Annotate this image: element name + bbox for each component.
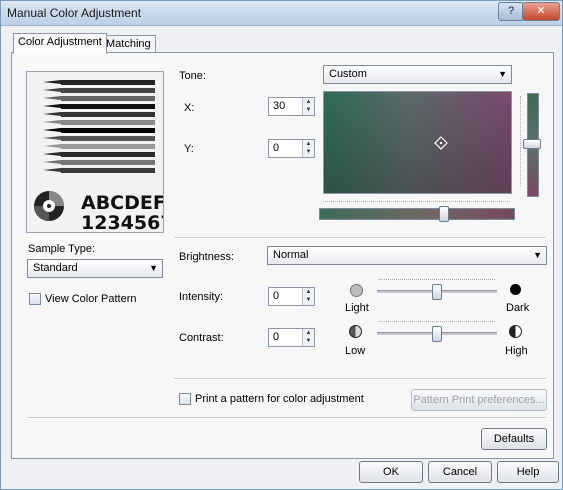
divider (27, 417, 546, 419)
intensity-stepper[interactable]: 0 ▲ ▼ (268, 287, 315, 306)
sample-text-line1: ABCDEF (81, 192, 164, 214)
tone-label: Tone: (179, 70, 206, 82)
help-button[interactable]: Help (497, 461, 559, 483)
light-dot-icon (350, 284, 363, 297)
y-label: Y: (184, 143, 194, 155)
tick-marks (519, 96, 521, 186)
pencil-icon (43, 144, 155, 149)
view-color-pattern-label: View Color Pattern (45, 293, 137, 305)
pencil-icon (43, 96, 155, 101)
cancel-button[interactable]: Cancel (428, 461, 492, 483)
contrast-low-label: Low (345, 345, 366, 357)
spin-arrows-icon[interactable]: ▲ ▼ (302, 288, 314, 305)
brightness-dropdown[interactable]: Normal ▼ (267, 246, 547, 265)
chevron-down-icon: ▼ (498, 69, 507, 79)
color-wheel-icon (34, 191, 64, 221)
sample-text-line2: 1234567 (81, 212, 163, 233)
pencil-icon (43, 120, 155, 125)
contrast-high-label: High (505, 345, 528, 357)
window-title: Manual Color Adjustment (7, 6, 142, 20)
contrast-label: Contrast: (179, 332, 224, 344)
tone-value: Custom (329, 68, 367, 80)
color-tone-grid[interactable] (323, 91, 512, 194)
tick-marks (323, 201, 510, 202)
sample-type-value: Standard (33, 262, 78, 274)
brightness-value: Normal (273, 249, 309, 261)
title-help-icon[interactable]: ? (498, 2, 524, 21)
pencil-icon (43, 112, 155, 117)
dark-dot-icon (510, 284, 521, 295)
chevron-down-icon: ▼ (533, 250, 542, 260)
pattern-print-preferences-button[interactable]: Pattern Print preferences... (411, 389, 547, 411)
close-icon[interactable]: ✕ (522, 2, 560, 21)
intensity-low-label: Light (345, 302, 369, 314)
pencil-icon (43, 128, 155, 133)
spin-arrows-icon[interactable]: ▲ ▼ (302, 140, 314, 157)
print-pattern-checkbox[interactable] (179, 393, 191, 405)
brightness-label: Brightness: (179, 251, 235, 263)
contrast-thumb[interactable] (432, 326, 442, 342)
intensity-thumb[interactable] (432, 284, 442, 300)
crosshair-icon[interactable] (434, 136, 448, 150)
pencil-icon (43, 80, 155, 85)
intensity-high-label: Dark (506, 302, 530, 314)
tab-matching[interactable]: Matching (101, 35, 156, 53)
pencil-icon (43, 136, 155, 141)
tick-marks (379, 321, 495, 322)
tone-dropdown[interactable]: Custom ▼ (323, 65, 512, 84)
dialog-window: Manual Color Adjustment ? ✕ Color Adjust… (0, 0, 563, 490)
sample-type-dropdown[interactable]: Standard ▼ (27, 259, 163, 278)
high-contrast-icon (509, 325, 522, 338)
contrast-value: 0 (273, 331, 280, 343)
intensity-value: 0 (273, 290, 280, 302)
tone-horizontal-thumb[interactable] (439, 206, 449, 222)
divider (174, 378, 546, 380)
spin-arrows-icon[interactable]: ▲ ▼ (302, 329, 314, 346)
pencil-icon (43, 88, 155, 93)
low-contrast-icon (349, 325, 362, 338)
pencil-icon (43, 104, 155, 109)
pencil-icon (43, 160, 155, 165)
y-stepper[interactable]: 0 ▲ ▼ (268, 139, 315, 158)
pencil-icon (43, 152, 155, 157)
divider (174, 237, 546, 239)
defaults-button[interactable]: Defaults (481, 428, 547, 450)
contrast-stepper[interactable]: 0 ▲ ▼ (268, 328, 315, 347)
x-stepper[interactable]: 30 ▲ ▼ (268, 97, 315, 116)
tab-color-adjustment[interactable]: Color Adjustment (13, 33, 107, 54)
chevron-down-icon: ▼ (149, 263, 158, 273)
intensity-label: Intensity: (179, 291, 224, 303)
tone-vertical-thumb[interactable] (523, 139, 541, 149)
x-value: 30 (273, 100, 286, 112)
x-label: X: (184, 102, 195, 114)
ok-button[interactable]: OK (359, 461, 423, 483)
title-bar[interactable]: Manual Color Adjustment ? ✕ (1, 1, 562, 26)
tone-horizontal-slider[interactable] (319, 208, 515, 220)
view-color-pattern-checkbox[interactable] (29, 293, 41, 305)
pencil-icon (43, 168, 155, 173)
y-value: 0 (273, 142, 280, 154)
sample-type-label: Sample Type: (28, 243, 96, 255)
print-pattern-label: Print a pattern for color adjustment (195, 393, 364, 405)
spin-arrows-icon[interactable]: ▲ ▼ (302, 98, 314, 115)
tick-marks (379, 279, 495, 280)
sample-preview-image: ABCDEF 1234567 (26, 71, 164, 233)
